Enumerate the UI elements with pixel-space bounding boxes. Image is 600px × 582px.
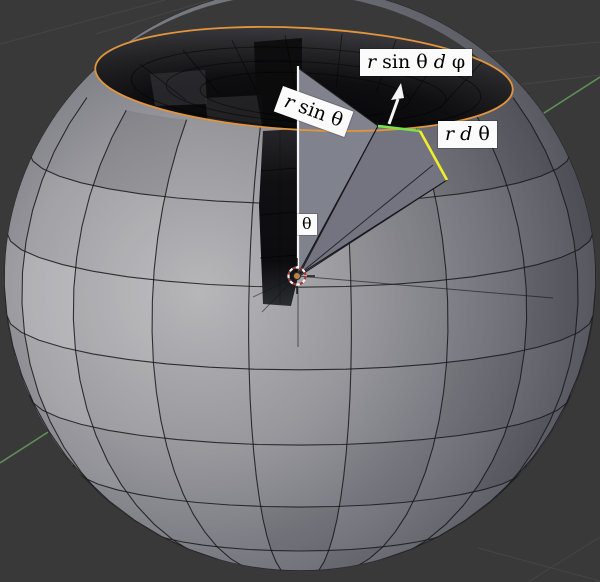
label-theta: θ (297, 214, 317, 235)
viewport-canvas[interactable] (0, 0, 600, 582)
label-arc-width: r sin θ d φ (360, 49, 472, 76)
wedge-interior-column (259, 129, 298, 306)
3d-viewport[interactable]: r sin θ d φ r sin θ r d θ θ (0, 0, 600, 582)
mesh-face-tint (261, 506, 340, 551)
mesh-face-tint (73, 268, 153, 363)
label-arc-height: r d θ (438, 121, 497, 148)
